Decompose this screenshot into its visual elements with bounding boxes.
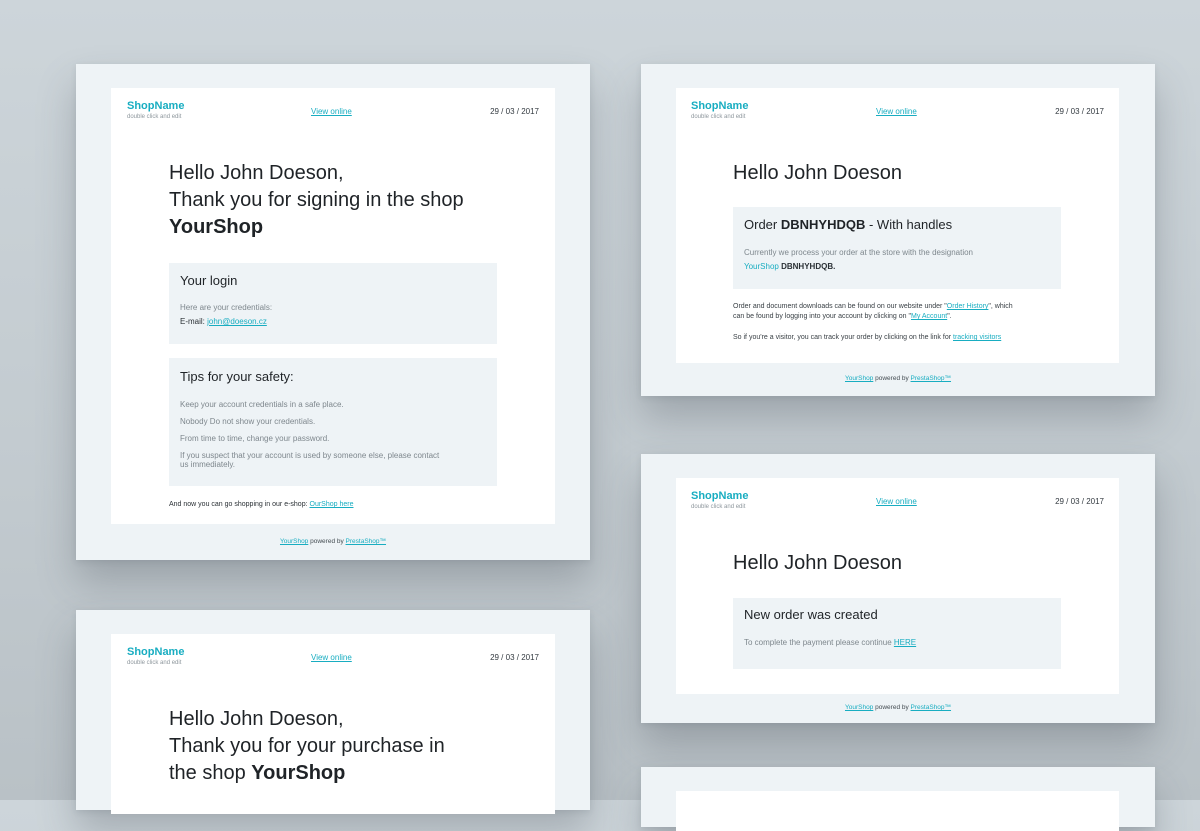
shop-tagline: double click and edit [127,114,182,120]
store-name: YourShop [744,262,779,271]
new-order-box: New order was created To complete the pa… [733,598,1061,669]
email-date: 29 / 03 / 2017 [490,107,539,116]
view-online-link[interactable]: View online [876,107,917,116]
view-online-link[interactable]: View online [876,497,917,506]
email-body: ShopName double click and edit View onli… [676,88,1119,363]
headline-shop-name: YourShop [251,762,346,784]
order-title: Order DBNHYHDQB - With handles [744,217,952,232]
shop-name[interactable]: ShopName [691,100,748,113]
powered-by-footer: YourShop powered by PrestaShop™ [641,375,1155,382]
shop-name[interactable]: ShopName [691,490,748,503]
login-box-title: Your login [180,273,238,288]
order-history-link[interactable]: Order History [947,303,989,310]
paragraph-text: So if you're a visitor, you can track yo… [733,334,952,341]
email-headline: Hello John Doeson, Thank you for your pu… [169,706,445,787]
order-desc: Currently we process your order at the s… [744,248,974,257]
email-date: 29 / 03 / 2017 [490,653,539,662]
new-order-title: New order was created [744,607,878,622]
email-headline: Hello John Doeson [733,162,902,184]
store-id: DBNHYHDQB. [781,262,836,271]
shopping-link[interactable]: OurShop here [310,501,354,508]
email-card-partial [641,767,1155,831]
prestashop-link[interactable]: PrestaShop™ [911,375,951,382]
paragraph-text: ", which [988,303,1013,310]
tracking-visitors-link[interactable]: tracking visitors [953,334,1001,341]
login-box: Your login Here are your credentials: E-… [169,263,497,344]
prestashop-link[interactable]: PrestaShop™ [911,704,951,711]
order-title-prefix: Order [744,217,778,232]
tip-item: Keep your account credentials in a safe … [180,400,344,409]
my-account-link[interactable]: My Account [911,313,947,320]
prestashop-link[interactable]: PrestaShop™ [346,538,386,545]
shop-brand: ShopName double click and edit [127,100,184,121]
payment-here-link[interactable]: HERE [894,638,916,647]
email-headline: Hello John Doeson [733,552,902,574]
headline-line: Hello John Doeson, [169,162,344,184]
email-card-signin: ShopName double click and edit View onli… [76,64,590,560]
order-id: DBNHYHDQB [780,217,866,232]
email-body: ShopName double click and edit View onli… [676,478,1119,694]
order-box: Order DBNHYHDQB - With handles Currently… [733,207,1061,289]
shop-name[interactable]: ShopName [127,100,184,113]
paragraph-text: Order and document downloads can be foun… [733,303,947,310]
shop-tagline: double click and edit [691,114,746,120]
headline-line: Thank you for your purchase in [169,735,445,757]
view-online-link[interactable]: View online [311,107,352,116]
email-date: 29 / 03 / 2017 [1055,497,1104,506]
shopping-text: And now you can go shopping in our e-sho… [169,501,308,508]
footer-shop-link[interactable]: YourShop [280,538,308,545]
tips-box: Tips for your safety: Keep your account … [169,358,497,486]
email-date: 29 / 03 / 2017 [1055,107,1104,116]
shop-tagline: double click and edit [127,660,182,666]
headline-line: the shop [169,762,246,784]
order-title-suffix: - With handles [868,217,953,232]
powered-text: powered by [310,538,344,545]
shopping-note: And now you can go shopping in our e-sho… [169,501,353,508]
paragraph-text: ". [947,313,952,320]
email-card-new-order: ShopName double click and edit View onli… [641,454,1155,723]
headline-line: Hello John Doeson, [169,708,344,730]
footer-shop-link[interactable]: YourShop [845,375,873,382]
email-body: ShopName double click and edit View onli… [111,634,555,814]
tips-box-title: Tips for your safety: [180,369,294,384]
tip-item: Nobody Do not show your credentials. [180,417,316,426]
view-online-link[interactable]: View online [311,653,352,662]
shop-brand: ShopName double click and edit [127,646,184,667]
payment-text: To complete the payment please continue [744,638,892,647]
paragraph-text: can be found by logging into your accoun… [733,313,911,320]
order-store-line: YourShop DBNHYHDQB. [744,262,835,272]
email-link[interactable]: john@doeson.cz [207,317,267,326]
payment-line: To complete the payment please continue … [744,638,916,648]
headline-line: Thank you for signing in the shop [169,189,464,211]
shop-brand: ShopName double click and edit [691,100,748,121]
email-card-purchase: ShopName double click and edit View onli… [76,610,590,814]
email-body [676,791,1119,831]
credentials-text: Here are your credentials: [180,303,273,312]
tip-item: From time to time, change your password. [180,434,330,443]
email-body: ShopName double click and edit View onli… [111,88,555,524]
email-label: E-mail: [180,317,205,326]
email-card-order: ShopName double click and edit View onli… [641,64,1155,396]
order-history-paragraph: Order and document downloads can be foun… [733,302,1073,322]
email-headline: Hello John Doeson, Thank you for signing… [169,160,464,241]
footer-shop-link[interactable]: YourShop [845,704,873,711]
powered-text: powered by [875,375,909,382]
powered-by-footer: YourShop powered by PrestaShop™ [76,538,590,545]
shop-name[interactable]: ShopName [127,646,184,659]
tip-item: us immediately. [180,460,235,469]
tracking-paragraph: So if you're a visitor, you can track yo… [733,333,1073,343]
email-line: E-mail: john@doeson.cz [180,317,267,327]
headline-shop-name: YourShop [169,216,264,238]
shop-brand: ShopName double click and edit [691,490,748,511]
powered-by-footer: YourShop powered by PrestaShop™ [641,704,1155,711]
powered-text: powered by [875,704,909,711]
shop-tagline: double click and edit [691,504,746,510]
